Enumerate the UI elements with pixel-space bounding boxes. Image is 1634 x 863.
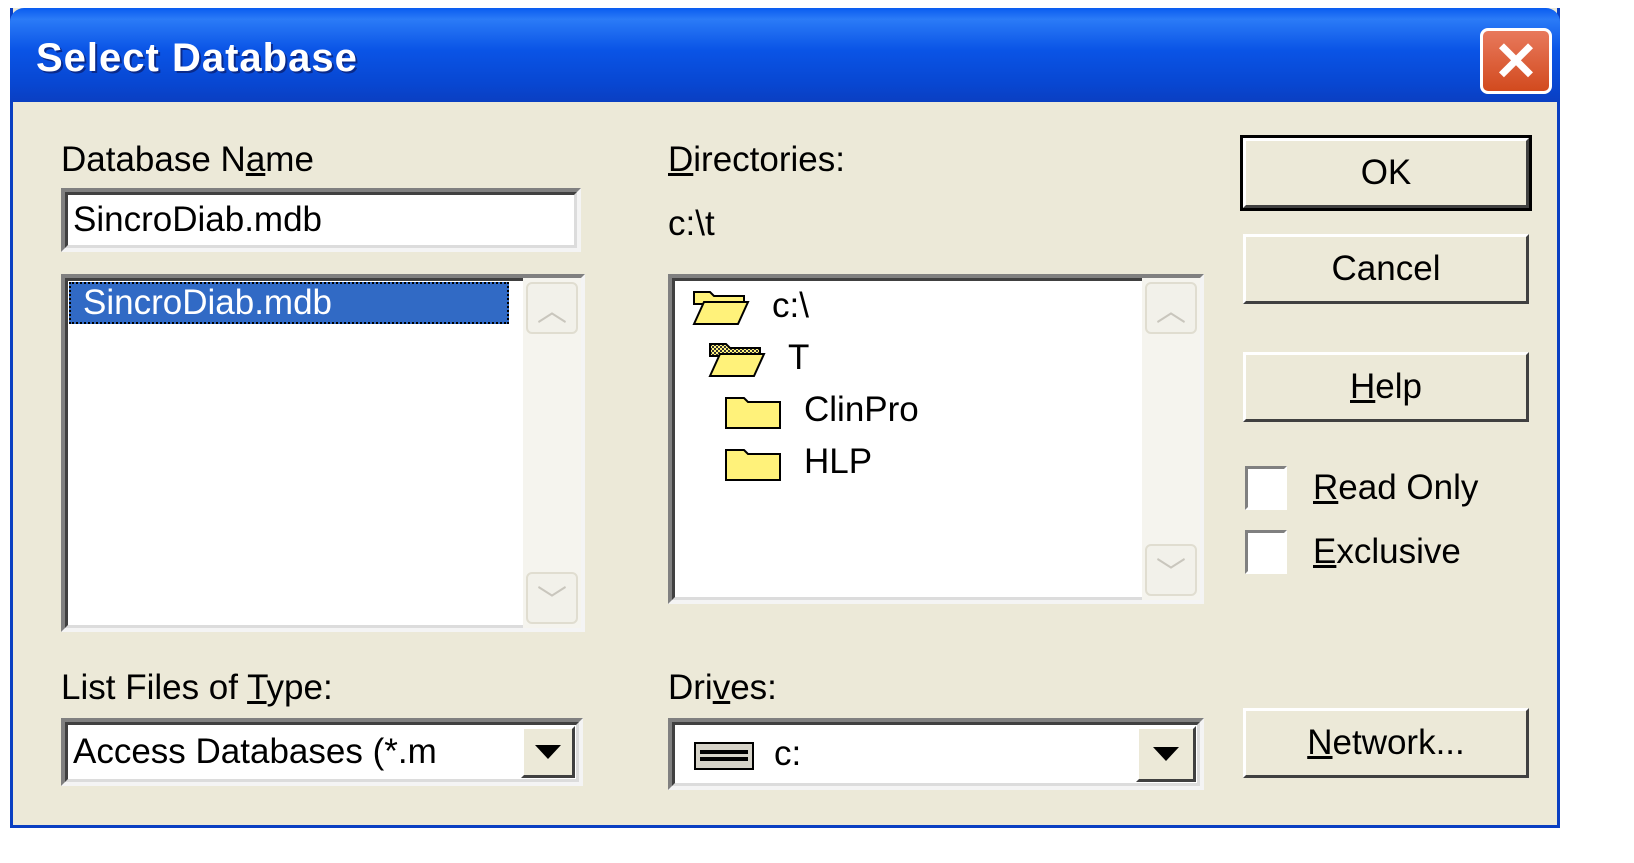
directory-item-hlp[interactable]: HLP xyxy=(724,442,872,482)
drive-icon xyxy=(694,742,754,770)
exclusive-checkbox[interactable] xyxy=(1245,530,1287,574)
scroll-down-button[interactable]: ﹀ xyxy=(1145,544,1197,596)
folder-icon xyxy=(725,449,781,481)
directory-scrollbar[interactable]: ︿ ﹀ xyxy=(1142,278,1200,600)
drives-value: c: xyxy=(774,734,802,773)
file-type-label: List Files of Type: xyxy=(61,668,333,707)
drives-dropdown[interactable]: c: xyxy=(668,718,1204,790)
exclusive-label[interactable]: Exclusive xyxy=(1313,532,1461,572)
file-list-scrollbar[interactable]: ︿ ﹀ xyxy=(523,278,581,628)
directory-item-t[interactable]: T xyxy=(708,338,809,378)
file-list-item[interactable]: SincroDiab.mdb xyxy=(69,282,509,324)
chevron-up-icon: ︿ xyxy=(537,295,567,328)
help-button[interactable]: Help xyxy=(1243,352,1529,422)
close-icon: ✕ xyxy=(1493,31,1539,92)
database-name-input[interactable]: SincroDiab.mdb xyxy=(61,188,581,252)
open-folder-icon xyxy=(692,291,750,325)
directories-label: Directories: xyxy=(668,140,845,179)
file-type-dropdown[interactable]: Access Databases (*.m xyxy=(61,718,583,786)
file-list[interactable]: SincroDiab.mdb ︿ ﹀ xyxy=(61,274,585,632)
file-type-dropdown-button[interactable] xyxy=(521,726,575,778)
current-directory-path: c:\t xyxy=(668,204,715,243)
chevron-up-icon: ︿ xyxy=(1156,295,1186,328)
drives-dropdown-button[interactable] xyxy=(1136,726,1196,782)
cancel-button[interactable]: Cancel xyxy=(1243,234,1529,304)
triangle-down-icon xyxy=(535,745,561,759)
window-title: Select Database xyxy=(36,36,358,80)
folder-icon xyxy=(725,397,781,429)
ok-button[interactable]: OK xyxy=(1240,135,1532,211)
directory-item-c-root[interactable]: c:\ xyxy=(692,286,809,326)
close-button[interactable]: ✕ xyxy=(1480,28,1552,94)
network-button[interactable]: Network... xyxy=(1243,708,1529,778)
database-name-value: SincroDiab.mdb xyxy=(73,200,322,239)
scroll-down-button[interactable]: ﹀ xyxy=(526,572,578,624)
triangle-down-icon xyxy=(1153,747,1179,761)
title-bar[interactable]: Select Database ✕ xyxy=(10,8,1560,102)
database-name-label: Database Name xyxy=(61,140,314,179)
chevron-down-icon: ﹀ xyxy=(1156,557,1186,590)
drives-label: Drives: xyxy=(668,668,777,707)
open-folder-selected-icon xyxy=(708,343,766,377)
read-only-checkbox[interactable] xyxy=(1245,466,1287,510)
scroll-up-button[interactable]: ︿ xyxy=(1145,282,1197,334)
scroll-up-button[interactable]: ︿ xyxy=(526,282,578,334)
read-only-label[interactable]: Read Only xyxy=(1313,468,1478,508)
directory-tree[interactable]: c:\ T ClinPro HLP ︿ ﹀ xyxy=(668,274,1204,604)
chevron-down-icon: ﹀ xyxy=(537,585,567,618)
select-database-dialog: Select Database ✕ Database Name SincroDi… xyxy=(10,8,1560,828)
directory-item-clinpro[interactable]: ClinPro xyxy=(724,390,919,430)
file-type-value: Access Databases (*.m xyxy=(73,732,437,771)
